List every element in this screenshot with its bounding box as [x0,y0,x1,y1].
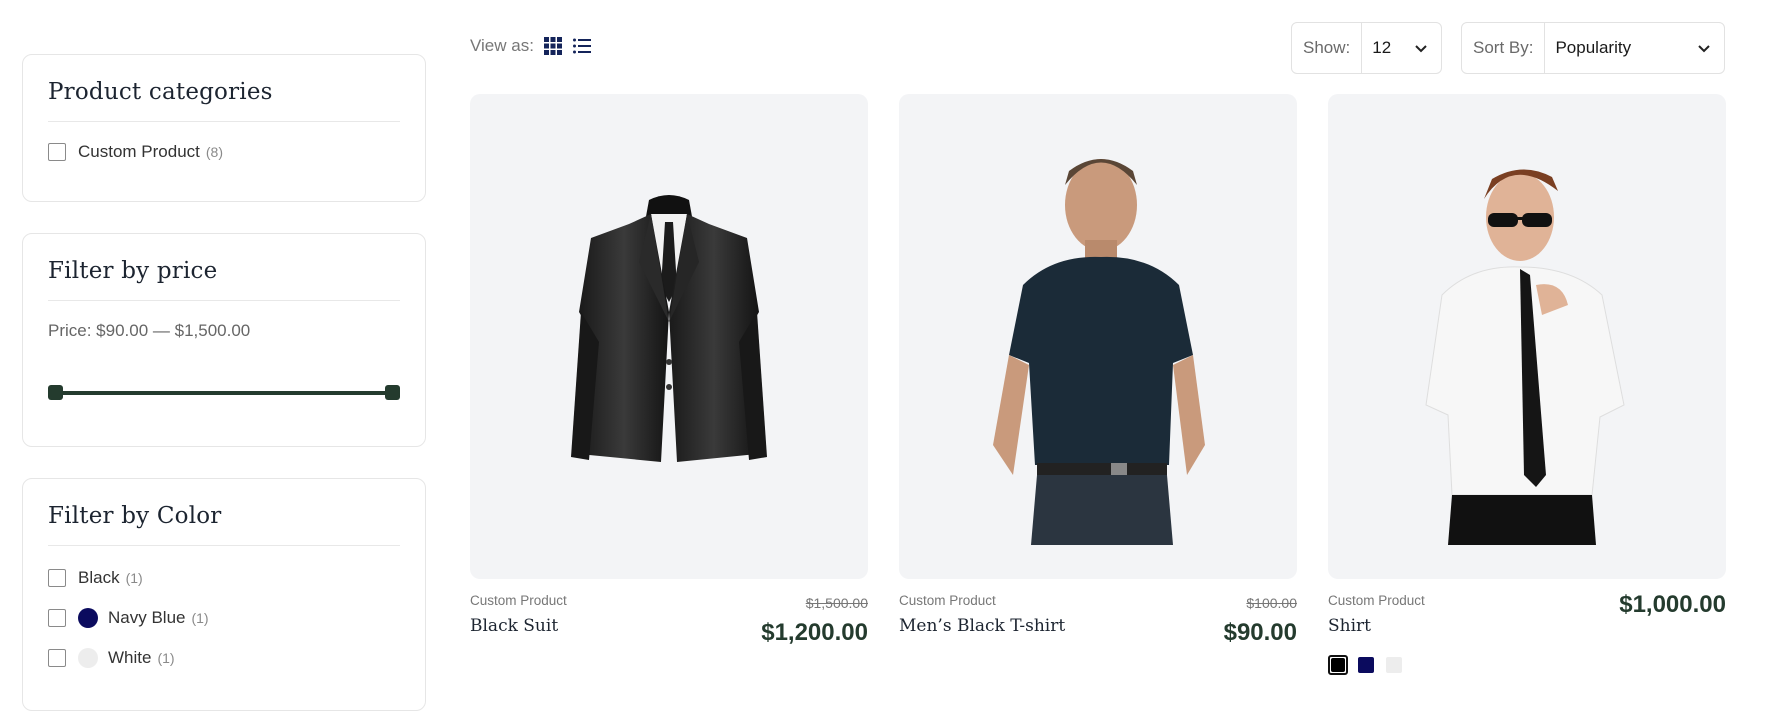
navy-blue-swatch [78,608,98,628]
color-item-white[interactable]: White (1) [48,638,400,678]
product-price: $1,200.00 [761,619,868,646]
show-per-page-select[interactable]: Show: 12 [1291,22,1442,74]
product-image-black-suit[interactable] [470,94,868,579]
product-old-price: $1,500.00 [805,595,868,611]
category-item-custom-product[interactable]: Custom Product (8) [48,132,400,172]
price-slider-track [54,391,394,395]
product-card[interactable]: Custom Product Black Suit $1,500.00 $1,2… [470,94,868,653]
color-label: Black [78,568,120,587]
product-card[interactable]: Custom Product Shirt $1,000.00 [1328,94,1726,675]
swatch-fill [1386,657,1402,673]
show-label: Show: [1292,23,1363,73]
sort-value-text: Popularity [1555,38,1632,57]
show-value-text: 12 [1372,38,1392,57]
black-suit-icon [571,194,767,462]
sort-value[interactable]: Popularity [1545,23,1724,73]
white-swatch [78,648,98,668]
widget-title: Filter by Color [48,503,400,546]
widget-title: Filter by price [48,258,400,301]
price-slider[interactable] [48,383,400,403]
color-swatches [1328,655,1726,675]
list-view-icon[interactable] [572,38,591,54]
product-image-shirt[interactable] [1328,94,1726,579]
sort-label: Sort By: [1462,23,1546,73]
chevron-down-icon [1415,38,1427,58]
man-in-tshirt-icon [993,159,1205,545]
product-card[interactable]: Custom Product Men’s Black T-shirt $100.… [899,94,1297,653]
swatch-white[interactable] [1384,655,1404,675]
color-count: (1) [125,570,143,586]
product-image-mens-black-tshirt[interactable] [899,94,1297,579]
product-meta: Custom Product Shirt $1,000.00 [1328,591,1726,653]
color-checkbox[interactable] [48,609,66,627]
swatch-navy-blue[interactable] [1356,655,1376,675]
color-count: (1) [157,650,175,666]
swatch-black[interactable] [1328,655,1348,675]
man-in-white-shirt-icon [1425,169,1625,545]
sort-by-select[interactable]: Sort By: Popularity [1461,22,1725,74]
color-count: (1) [191,610,209,626]
show-value[interactable]: 12 [1362,23,1441,73]
color-item-black[interactable]: Black (1) [48,558,400,598]
price-range-label: Price: $90.00 — $1,500.00 [48,321,251,340]
category-count: (8) [205,144,224,160]
color-checkbox[interactable] [48,569,66,587]
chevron-down-icon [1698,38,1710,58]
shop-toolbar: View as: Show: 12 Sort By: Popularity [470,22,1725,74]
color-label: Navy Blue [108,608,186,627]
product-meta: Custom Product Men’s Black T-shirt $100.… [899,593,1297,653]
product-price: $90.00 [1223,619,1297,646]
view-as-control: View as: [470,36,591,56]
view-as-label: View as: [470,36,534,55]
color-filter-widget: Filter by Color Black (1) Navy Blue (1) … [22,478,426,711]
category-label: Custom Product [78,142,200,161]
swatch-fill [1358,657,1374,673]
product-old-price: $100.00 [1246,595,1297,611]
color-label: White [108,648,152,667]
color-item-navy-blue[interactable]: Navy Blue (1) [48,598,400,638]
swatch-fill [1331,658,1345,672]
grid-view-icon[interactable] [543,37,562,55]
price-slider-min-handle[interactable] [48,385,63,400]
product-name[interactable]: Shirt [1328,616,1726,636]
price-filter-widget: Filter by price Price: $90.00 — $1,500.0… [22,233,426,447]
price-slider-max-handle[interactable] [385,385,400,400]
widget-title: Product categories [48,79,400,122]
color-checkbox[interactable] [48,649,66,667]
product-category[interactable]: Custom Product [899,593,1297,608]
product-price: $1,000.00 [1619,591,1726,618]
product-categories-widget: Product categories Custom Product (8) [22,54,426,202]
product-meta: Custom Product Black Suit $1,500.00 $1,2… [470,593,868,653]
category-checkbox[interactable] [48,143,66,161]
